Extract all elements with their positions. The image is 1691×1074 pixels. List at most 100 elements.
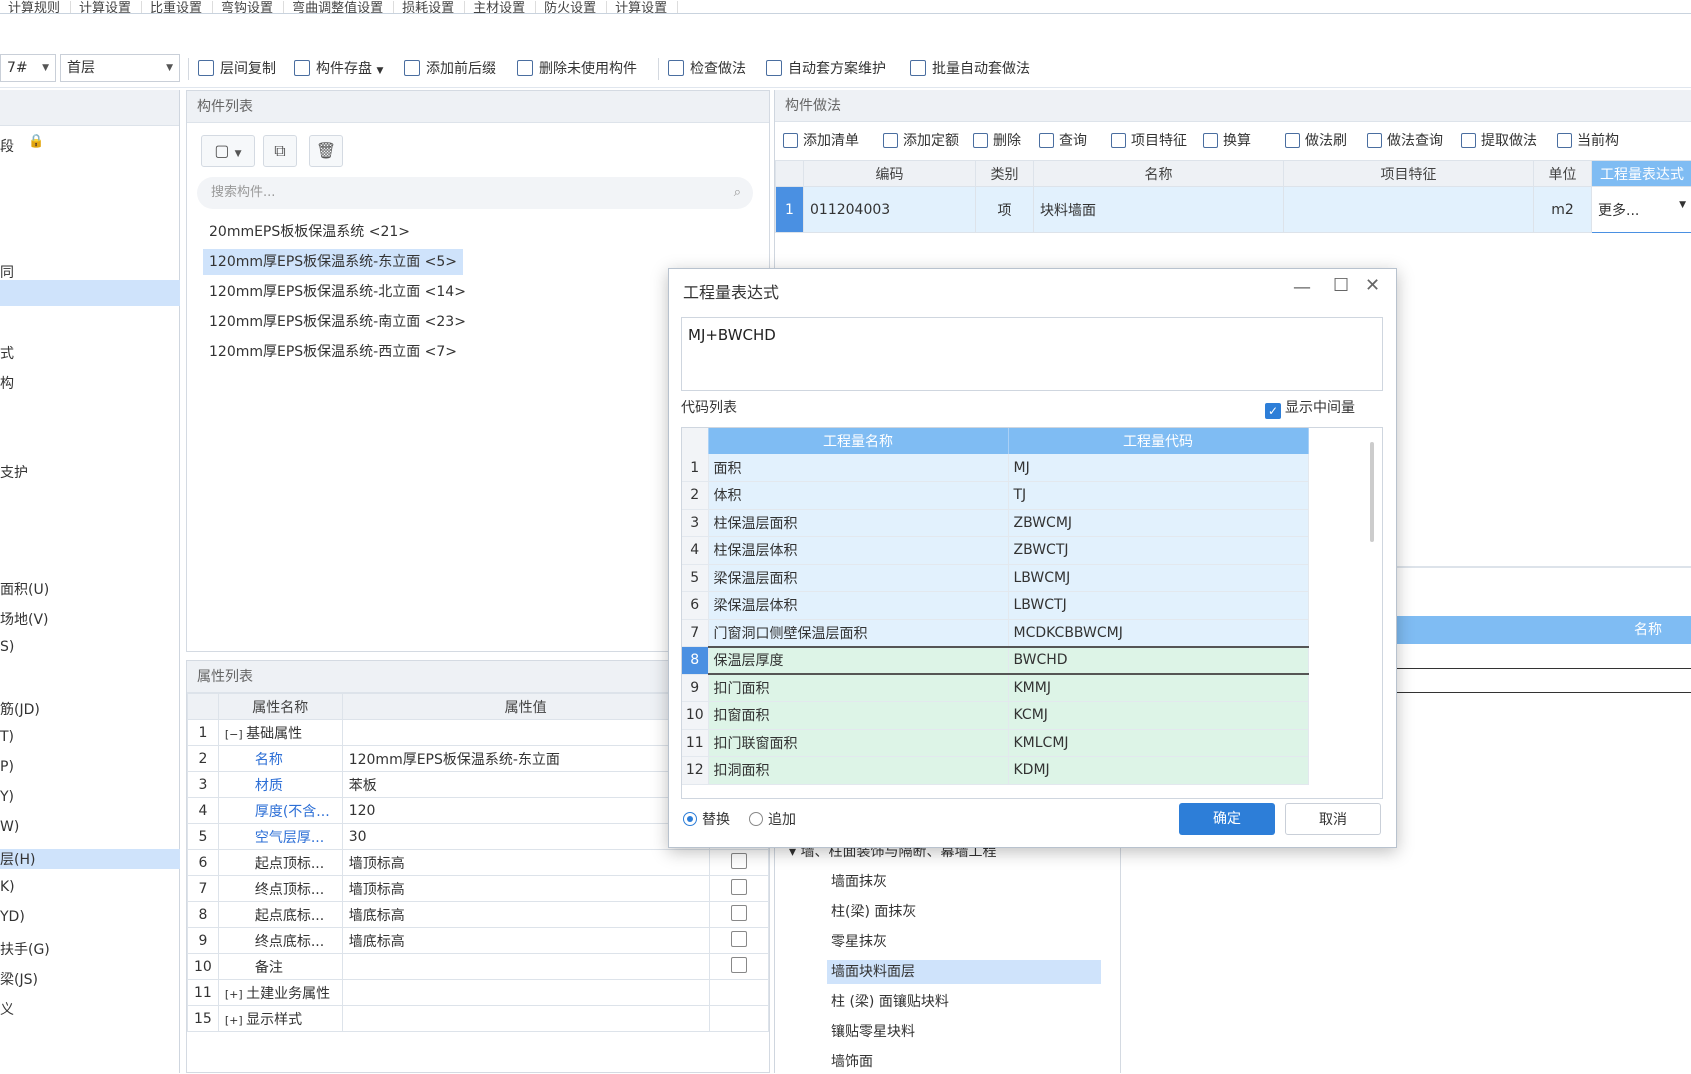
checkbox[interactable] <box>731 957 747 973</box>
table-row[interactable]: 11扣门联窗面积KMLCMJ <box>682 729 1308 757</box>
method-tool-button[interactable]: 换算 <box>1203 130 1251 150</box>
tree-item[interactable]: 柱 (梁) 面镶贴块料 <box>827 990 953 1014</box>
table-row[interactable]: 7门窗洞口侧壁保温层面积MCDKCBBWCMJ <box>682 619 1308 647</box>
table-row[interactable]: 2体积TJ <box>682 482 1308 510</box>
menu-item[interactable]: 弯钩设置 <box>213 1 284 14</box>
menu-item[interactable]: 计算设置 <box>71 1 142 14</box>
type-cell[interactable]: 项 <box>976 187 1034 233</box>
batch-auto-button[interactable]: 批量自动套做法 <box>910 58 1030 80</box>
menu-item[interactable]: 防火设置 <box>536 1 607 14</box>
duplicate-button[interactable]: ⧉ <box>263 135 297 167</box>
nav-item[interactable]: YD) <box>0 909 25 925</box>
tree-item[interactable]: 墙面块料面层 <box>827 960 1101 984</box>
property-value[interactable]: 120mm厚EPS板保温系统-东立面 <box>342 746 709 772</box>
method-tool-button[interactable]: 删除 <box>973 130 1021 150</box>
tree-item[interactable]: 镶贴零星块料 <box>827 1020 919 1044</box>
nav-item[interactable]: 筋(JD) <box>0 699 40 719</box>
quantity-code[interactable]: KMMJ <box>1008 674 1308 702</box>
ok-button[interactable]: 确定 <box>1179 803 1275 835</box>
quantity-code[interactable]: LBWCMJ <box>1008 564 1308 592</box>
menu-item[interactable]: 计算规则 <box>0 1 71 14</box>
nav-item[interactable]: T) <box>0 729 14 745</box>
auto-plan-button[interactable]: 自动套方案维护 <box>766 58 886 80</box>
quantity-name[interactable]: 门窗洞口侧壁保温层面积 <box>708 619 1008 647</box>
table-row[interactable]: 10扣窗面积KCMJ <box>682 702 1308 730</box>
nav-item[interactable]: 层(H) <box>0 849 180 869</box>
table-row[interactable]: 12扣洞面积KDMJ <box>682 757 1308 785</box>
quantity-name[interactable]: 扣门面积 <box>708 674 1008 702</box>
code-cell[interactable]: 011204003 <box>804 187 976 233</box>
property-value[interactable]: 120 <box>342 798 709 824</box>
property-value[interactable]: 墙底标高 <box>342 928 709 954</box>
quantity-name[interactable]: 扣门联窗面积 <box>708 729 1008 757</box>
scrollbar[interactable] <box>1370 442 1374 542</box>
minimize-icon[interactable]: — <box>1293 277 1311 298</box>
delete-unused-button[interactable]: 删除未使用构件 <box>517 58 637 80</box>
nav-item[interactable]: P) <box>0 759 14 775</box>
nav-item[interactable]: Y) <box>0 789 14 805</box>
quantity-name[interactable]: 体积 <box>708 482 1008 510</box>
show-intermediate-checkbox[interactable]: ✓显示中间量 <box>1265 397 1355 419</box>
table-row[interactable]: 15[+] 显示样式 <box>188 1006 769 1032</box>
quantity-code[interactable]: KCMJ <box>1008 702 1308 730</box>
nav-item[interactable]: 同 <box>0 262 14 282</box>
quantity-name[interactable]: 扣窗面积 <box>708 702 1008 730</box>
quantity-code[interactable]: KMLCMJ <box>1008 729 1308 757</box>
nav-item[interactable]: K) <box>0 879 15 895</box>
menu-item[interactable]: 损耗设置 <box>394 1 465 14</box>
quantity-code[interactable]: ZBWCTJ <box>1008 537 1308 565</box>
table-row[interactable]: 7终点顶标...墙顶标高 <box>188 876 769 902</box>
quantity-code[interactable]: ZBWCMJ <box>1008 509 1308 537</box>
checkbox[interactable] <box>731 931 747 947</box>
component-item[interactable]: 120mm厚EPS板保温系统-南立面 <23> <box>203 309 472 335</box>
table-row[interactable]: 3柱保温层面积ZBWCMJ <box>682 509 1308 537</box>
quantity-code[interactable]: LBWCTJ <box>1008 592 1308 620</box>
property-value[interactable]: 墙顶标高 <box>342 876 709 902</box>
quantity-name[interactable]: 梁保温层体积 <box>708 592 1008 620</box>
nav-item[interactable]: W) <box>0 819 19 835</box>
property-value[interactable]: 墙顶标高 <box>342 850 709 876</box>
table-row[interactable]: 10备注 <box>188 954 769 980</box>
table-row[interactable]: 9扣门面积KMMJ <box>682 674 1308 702</box>
nav-item[interactable]: 式 <box>0 343 14 363</box>
quantity-name[interactable]: 柱保温层体积 <box>708 537 1008 565</box>
tree-item[interactable]: 墙饰面 <box>827 1050 877 1074</box>
add-prefix-suffix-button[interactable]: 添加前后缀 <box>404 58 496 80</box>
expression-cell[interactable]: 更多...▼ <box>1592 187 1691 233</box>
collapse-icon[interactable]: [−] <box>225 728 246 741</box>
method-tool-button[interactable]: 做法刷 <box>1285 130 1347 150</box>
quantity-name[interactable]: 面积 <box>708 454 1008 482</box>
table-row[interactable]: 5梁保温层面积LBWCMJ <box>682 564 1308 592</box>
new-component-button[interactable]: ▢ ▼ <box>201 135 255 167</box>
quantity-code[interactable]: KDMJ <box>1008 757 1308 785</box>
nav-item[interactable]: 段 <box>0 136 14 156</box>
method-tool-button[interactable]: 添加清单 <box>783 130 859 150</box>
delete-button[interactable]: 🗑 <box>309 135 343 167</box>
property-value[interactable] <box>342 1006 709 1032</box>
nav-item[interactable]: 面积(U) <box>0 579 49 599</box>
quantity-name[interactable]: 柱保温层面积 <box>708 509 1008 537</box>
table-row[interactable]: 1面积MJ <box>682 454 1308 482</box>
building-select[interactable]: 7#▼ <box>0 54 56 82</box>
menu-item[interactable]: 比重设置 <box>142 1 213 14</box>
nav-item[interactable]: 梁(JS) <box>0 969 38 989</box>
quantity-name[interactable]: 保温层厚度 <box>708 647 1008 675</box>
check-method-button[interactable]: 检查做法 <box>668 58 746 80</box>
property-value[interactable]: 苯板 <box>342 772 709 798</box>
checkbox[interactable] <box>731 879 747 895</box>
menu-item[interactable]: 计算设置 <box>607 1 678 14</box>
lock-icon[interactable]: 🔒 <box>28 134 44 149</box>
table-row[interactable]: 11[+] 土建业务属性 <box>188 980 769 1006</box>
method-tool-button[interactable]: 添加定额 <box>883 130 959 150</box>
quantity-code[interactable]: MJ <box>1008 454 1308 482</box>
copy-floor-button[interactable]: 层间复制 <box>198 58 276 80</box>
tree-item[interactable]: 零星抹灰 <box>827 930 891 954</box>
quantity-code[interactable]: TJ <box>1008 482 1308 510</box>
nav-item[interactable]: 义 <box>0 999 14 1019</box>
tree-item[interactable]: 柱(梁) 面抹灰 <box>827 900 920 924</box>
nav-item[interactable]: 扶手(G) <box>0 939 50 959</box>
property-value[interactable] <box>342 980 709 1006</box>
quantity-code[interactable]: MCDKCBBWCMJ <box>1008 619 1308 647</box>
menu-item[interactable]: 主材设置 <box>465 1 536 14</box>
tree-item[interactable]: 墙面抹灰 <box>827 870 891 894</box>
